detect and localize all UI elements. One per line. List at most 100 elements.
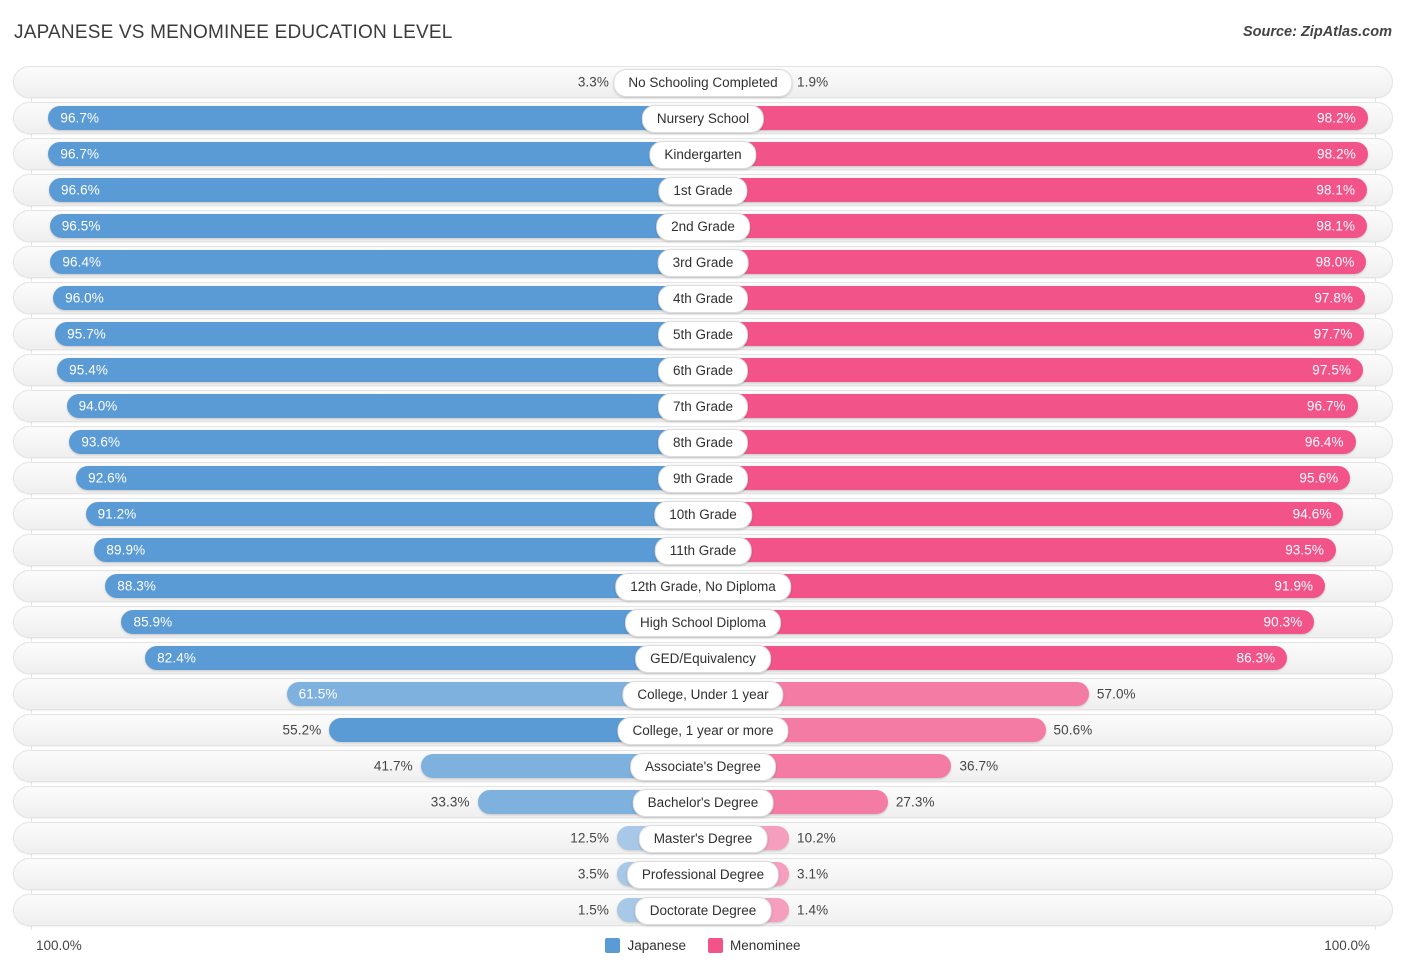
- chart-footer: 100.0% Japanese Menominee 100.0%: [0, 938, 1406, 968]
- category-label: 3rd Grade: [657, 249, 749, 277]
- bar-row: 88.3% 91.9% 12th Grade, No Diploma: [0, 570, 1406, 602]
- category-label: 10th Grade: [654, 501, 752, 529]
- bar-row: 96.7% 98.2% Nursery School: [0, 102, 1406, 134]
- bar-value-japanese: 93.6%: [81, 434, 121, 450]
- bar-row: 85.9% 90.3% High School Diploma: [0, 606, 1406, 638]
- category-label: GED/Equivalency: [635, 645, 771, 673]
- bar-row: 96.4% 98.0% 3rd Grade: [0, 246, 1406, 278]
- bar-japanese[interactable]: 85.9%: [121, 610, 703, 634]
- bar-japanese[interactable]: 95.4%: [57, 358, 703, 382]
- bar-value-japanese: 96.4%: [62, 254, 102, 270]
- bar-row: 96.6% 98.1% 1st Grade: [0, 174, 1406, 206]
- bar-value-japanese: 33.3%: [430, 794, 470, 810]
- category-label: 11th Grade: [654, 537, 752, 565]
- bar-value-japanese: 85.9%: [133, 614, 173, 630]
- bar-japanese[interactable]: 82.4%: [145, 646, 703, 670]
- bar-value-menominee: 94.6%: [1292, 506, 1332, 522]
- bar-value-japanese: 91.2%: [97, 506, 137, 522]
- bar-menominee[interactable]: 91.9%: [703, 574, 1326, 598]
- bar-row: 1.5% 1.4% Doctorate Degree: [0, 894, 1406, 926]
- category-label: 1st Grade: [658, 177, 748, 205]
- legend-swatch-icon: [708, 938, 723, 953]
- bar-value-menominee: 98.2%: [1317, 110, 1356, 126]
- bar-row-list: 3.3% 1.9% No Schooling Completed 96.7% 98.2%…: [0, 66, 1406, 926]
- bar-value-japanese: 95.4%: [69, 362, 108, 378]
- bar-value-menominee: 91.9%: [1274, 578, 1314, 594]
- bar-menominee[interactable]: 98.1%: [703, 178, 1368, 202]
- category-label: 2nd Grade: [656, 213, 750, 241]
- bar-value-japanese: 1.5%: [577, 902, 609, 918]
- bar-value-japanese: 3.5%: [577, 866, 609, 882]
- bar-menominee[interactable]: 97.8%: [703, 286, 1366, 310]
- axis-label-right: 100.0%: [1324, 938, 1370, 953]
- bar-menominee[interactable]: 97.5%: [703, 358, 1364, 382]
- bar-japanese[interactable]: 91.2%: [85, 502, 703, 526]
- bar-menominee[interactable]: 90.3%: [703, 610, 1315, 634]
- bar-row: 96.0% 97.8% 4th Grade: [0, 282, 1406, 314]
- bar-japanese[interactable]: 89.9%: [94, 538, 703, 562]
- bar-row: 94.0% 96.7% 7th Grade: [0, 390, 1406, 422]
- bar-value-japanese: 96.6%: [61, 182, 100, 198]
- bar-japanese[interactable]: 94.0%: [66, 394, 703, 418]
- bar-value-menominee: 10.2%: [797, 830, 836, 846]
- bar-value-menominee: 98.1%: [1316, 182, 1356, 198]
- bar-value-menominee: 1.9%: [797, 74, 829, 90]
- bar-japanese[interactable]: 95.7%: [55, 322, 703, 346]
- bar-value-japanese: 96.7%: [60, 146, 100, 162]
- bar-menominee[interactable]: 95.6%: [703, 466, 1351, 490]
- bar-japanese[interactable]: 92.6%: [76, 466, 703, 490]
- category-label: 8th Grade: [657, 429, 749, 457]
- bar-japanese[interactable]: 88.3%: [105, 574, 703, 598]
- bar-row: 89.9% 93.5% 11th Grade: [0, 534, 1406, 566]
- bar-value-menominee: 97.8%: [1314, 290, 1354, 306]
- bar-value-menominee: 1.4%: [797, 902, 829, 918]
- bar-japanese[interactable]: 96.6%: [49, 178, 703, 202]
- bar-value-japanese: 82.4%: [157, 650, 196, 666]
- category-label: Doctorate Degree: [634, 897, 772, 925]
- bar-japanese[interactable]: 96.0%: [53, 286, 703, 310]
- bar-menominee[interactable]: 94.6%: [703, 502, 1344, 526]
- bar-value-menominee: 27.3%: [895, 794, 935, 810]
- legend-item[interactable]: Menominee: [708, 938, 801, 953]
- bar-japanese[interactable]: 96.5%: [49, 214, 703, 238]
- source-attribution: Source: ZipAtlas.com: [1242, 24, 1392, 40]
- legend-label: Menominee: [730, 938, 801, 953]
- legend-item[interactable]: Japanese: [605, 938, 686, 953]
- bar-menominee[interactable]: 97.7%: [703, 322, 1365, 346]
- chart-header: JAPANESE VS MENOMINEE EDUCATION LEVEL So…: [0, 0, 1406, 62]
- category-label: 9th Grade: [657, 465, 749, 493]
- bar-value-menominee: 36.7%: [959, 758, 999, 774]
- bar-value-japanese: 61.5%: [298, 686, 338, 702]
- bar-menominee[interactable]: 86.3%: [703, 646, 1288, 670]
- page-title: JAPANESE VS MENOMINEE EDUCATION LEVEL: [14, 22, 453, 43]
- bar-menominee[interactable]: 93.5%: [703, 538, 1336, 562]
- bar-row: 93.6% 96.4% 8th Grade: [0, 426, 1406, 458]
- bar-row: 33.3% 27.3% Bachelor's Degree: [0, 786, 1406, 818]
- bar-value-japanese: 41.7%: [373, 758, 413, 774]
- bar-row: 91.2% 94.6% 10th Grade: [0, 498, 1406, 530]
- bar-japanese[interactable]: 96.7%: [48, 142, 703, 166]
- bar-japanese[interactable]: 93.6%: [69, 430, 703, 454]
- bar-value-menominee: 90.3%: [1263, 614, 1303, 630]
- bar-value-menominee: 97.7%: [1313, 326, 1353, 342]
- category-label: College, Under 1 year: [622, 681, 784, 709]
- bar-menominee[interactable]: 96.7%: [703, 394, 1358, 418]
- bar-value-japanese: 92.6%: [88, 470, 127, 486]
- chart-legend: Japanese Menominee: [0, 938, 1406, 953]
- bar-value-japanese: 88.3%: [117, 578, 156, 594]
- bar-japanese[interactable]: 96.4%: [50, 250, 703, 274]
- bar-value-menominee: 98.0%: [1315, 254, 1355, 270]
- bar-value-japanese: 12.5%: [570, 830, 609, 846]
- category-label: Nursery School: [641, 105, 765, 133]
- category-label: Master's Degree: [638, 825, 768, 853]
- bar-japanese[interactable]: 96.7%: [48, 106, 703, 130]
- bar-menominee[interactable]: 98.2%: [703, 142, 1368, 166]
- bar-menominee[interactable]: 96.4%: [703, 430, 1356, 454]
- bar-row: 82.4% 86.3% GED/Equivalency: [0, 642, 1406, 674]
- bar-value-menominee: 3.1%: [797, 866, 829, 882]
- bar-menominee[interactable]: 98.2%: [703, 106, 1368, 130]
- bar-value-japanese: 55.2%: [282, 722, 322, 738]
- bar-menominee[interactable]: 98.0%: [703, 250, 1367, 274]
- bar-value-japanese: 3.3%: [577, 74, 609, 90]
- bar-menominee[interactable]: 98.1%: [703, 214, 1368, 238]
